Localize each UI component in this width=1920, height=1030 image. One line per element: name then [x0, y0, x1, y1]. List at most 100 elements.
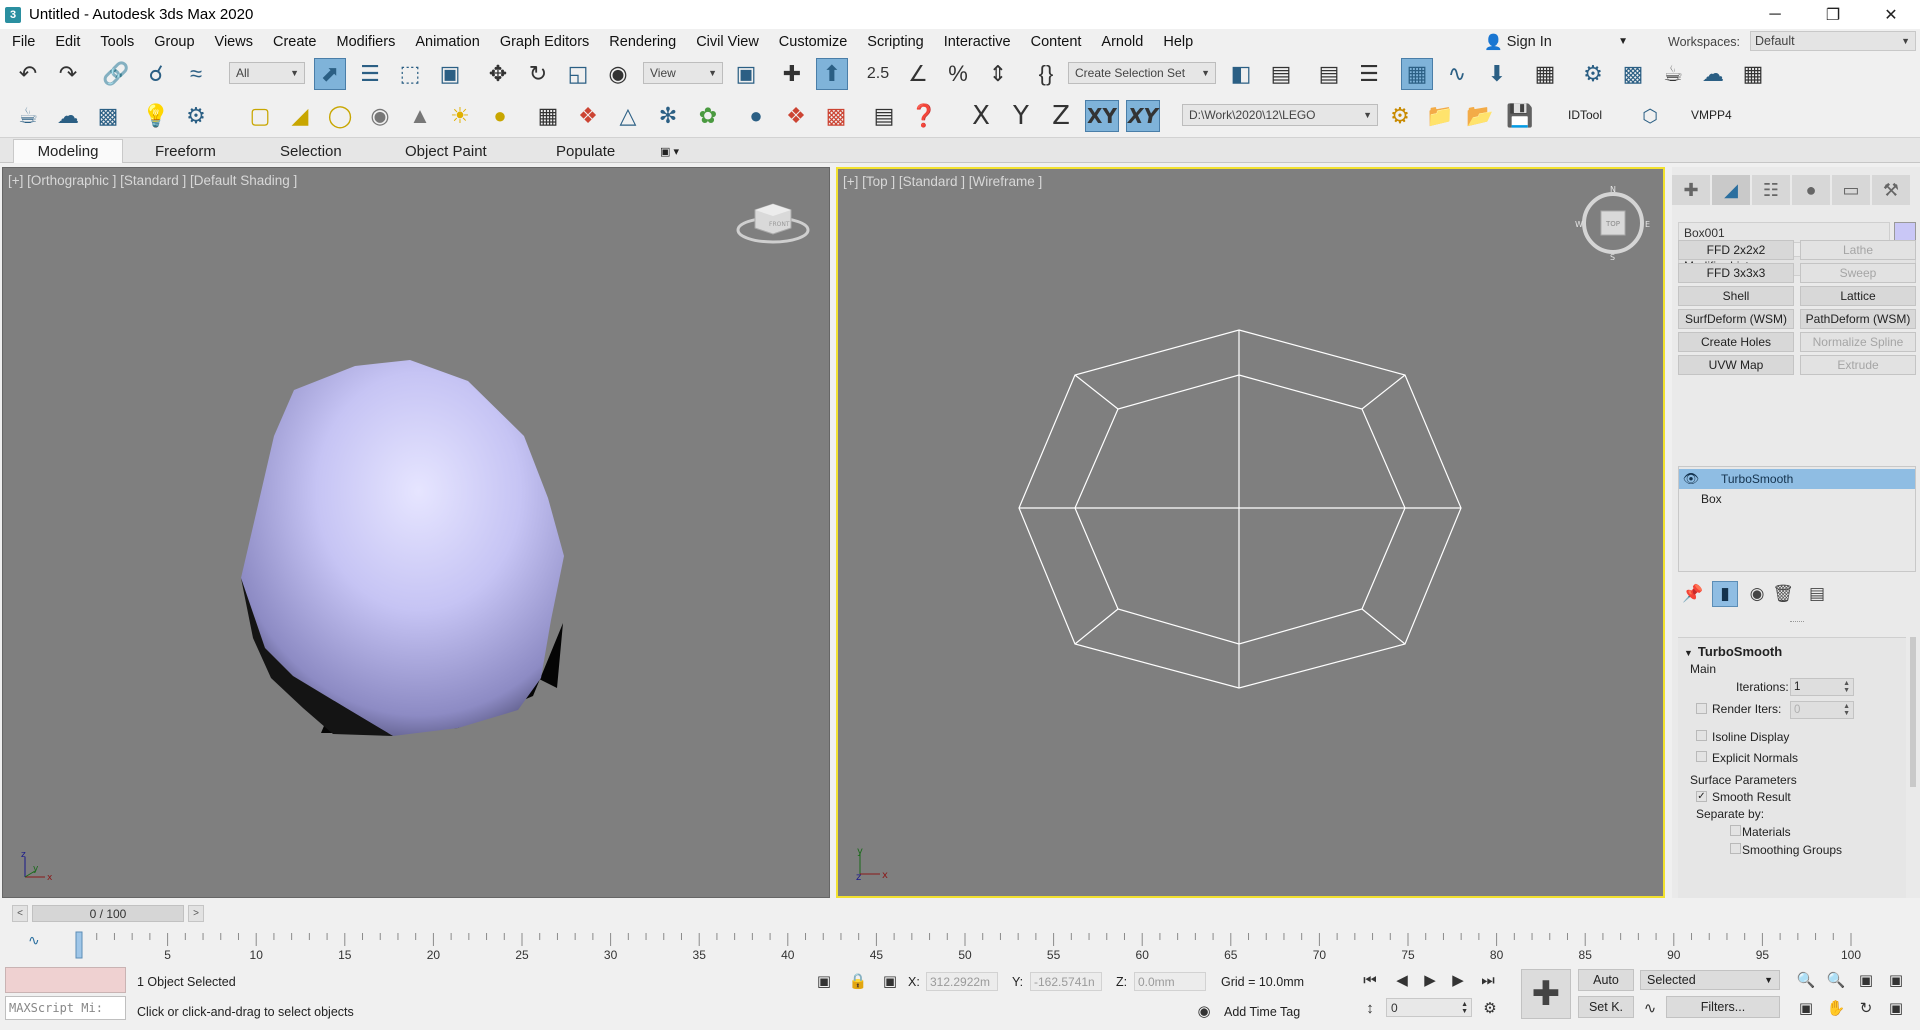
axis-xy-button[interactable]: XY	[1085, 100, 1119, 132]
menu-modifiers[interactable]: Modifiers	[327, 34, 406, 50]
menu-help[interactable]: Help	[1153, 34, 1203, 50]
schematic-view-icon[interactable]: ⬇	[1481, 58, 1513, 90]
tab-modeling[interactable]: Modeling	[13, 139, 123, 163]
smooth-result-checkbox[interactable]: ✓	[1696, 791, 1707, 802]
time-slider-prev-button[interactable]: <	[12, 905, 28, 922]
render-frame-icon[interactable]: ▩	[92, 100, 124, 132]
modifier-button-lattice[interactable]: Lattice	[1800, 286, 1916, 306]
maxscript-listener-output[interactable]	[5, 967, 126, 993]
align-icon[interactable]: ▤	[1265, 58, 1297, 90]
modifier-button-extrude[interactable]: Extrude	[1800, 355, 1916, 375]
previous-frame-icon[interactable]: ◀	[1392, 970, 1412, 990]
render-iters-checkbox[interactable]	[1696, 703, 1707, 714]
render-iters-spinner[interactable]: 0 ▲ ▼	[1790, 701, 1854, 719]
key-mode-icon[interactable]: ↕	[1360, 998, 1380, 1018]
angle-snap-icon[interactable]: ∠	[902, 58, 934, 90]
viewport-orthographic[interactable]: [+] [Orthographic ] [Standard ] [Default…	[2, 167, 830, 898]
viewcube-compass[interactable]: TOP N S W E	[1573, 183, 1653, 263]
maximize-viewport-icon[interactable]: ▣	[1886, 998, 1906, 1018]
motion-tab-icon[interactable]: ●	[1792, 175, 1830, 205]
toggle-ribbon-icon[interactable]: ▦	[1401, 58, 1433, 90]
a360-gallery-icon[interactable]: ▦	[1737, 58, 1769, 90]
rollout-header[interactable]: ▼ TurboSmooth	[1684, 644, 1782, 659]
play-icon[interactable]: ▶	[1420, 970, 1440, 990]
set-key-button[interactable]: Set K.	[1578, 996, 1634, 1018]
folder-icon[interactable]: 📁	[1424, 100, 1456, 132]
menu-file[interactable]: File	[0, 34, 45, 50]
key-filter-select[interactable]: Selected ▼	[1640, 970, 1780, 990]
link-icon[interactable]: 🔗	[100, 58, 132, 90]
modifier-button-sweep[interactable]: Sweep	[1800, 263, 1916, 283]
vmpp4-icon[interactable]: ⬡	[1634, 100, 1666, 132]
render-in-cloud-icon[interactable]: ☁	[1697, 58, 1729, 90]
stack-item-box[interactable]: Box	[1679, 489, 1915, 509]
zoom-extents-icon[interactable]: ▣	[1856, 970, 1876, 990]
time-slider-next-button[interactable]: >	[188, 905, 204, 922]
keyboard-shortcut-override-icon[interactable]: ⬆	[816, 58, 848, 90]
clipboard-icon[interactable]: ▤	[868, 100, 900, 132]
select-manipulate-icon[interactable]: ✚	[776, 58, 808, 90]
maxscript-mini-listener[interactable]: MAXScript Mi:	[5, 996, 126, 1020]
vmpp4-button[interactable]: VMPP4	[1691, 108, 1732, 122]
modifier-button-ffd-3x3x3[interactable]: FFD 3x3x3	[1678, 263, 1794, 283]
place-icon[interactable]: ◉	[602, 58, 634, 90]
track-bar[interactable]: ∿ 5 10 15 20 25 30 35 40 45 50 55 60 65 70 75 80 85 90 95 1…	[0, 926, 1920, 964]
materials-checkbox[interactable]	[1730, 825, 1741, 836]
modify-tab-icon[interactable]: ◢	[1712, 175, 1750, 205]
array-icon[interactable]: ▦	[532, 100, 564, 132]
y-coord-field[interactable]: -162.5741n	[1030, 972, 1102, 991]
pan-icon[interactable]: ✋	[1826, 998, 1846, 1018]
tab-selection[interactable]: Selection	[270, 139, 352, 163]
time-tag-icon[interactable]: ◉	[1194, 1001, 1214, 1021]
zoom-all-icon[interactable]: 🔍	[1826, 970, 1846, 990]
maximize-button[interactable]: ❐	[1804, 0, 1862, 29]
viewport-top[interactable]: [+] [Top ] [Standard ] [Wireframe ] TOP …	[836, 167, 1665, 898]
menu-scripting[interactable]: Scripting	[857, 34, 933, 50]
gear-group-icon[interactable]: ⚙	[180, 100, 212, 132]
smoothing-groups-checkbox[interactable]	[1730, 843, 1741, 854]
menu-civil-view[interactable]: Civil View	[686, 34, 769, 50]
zoom-icon[interactable]: 🔍	[1796, 970, 1816, 990]
axis-x-button[interactable]: X	[964, 100, 998, 132]
spinner-arrows-icon[interactable]: ▲ ▼	[1461, 1001, 1468, 1015]
trash-icon[interactable]: 🗑	[1770, 581, 1796, 607]
viewcube[interactable]: FRONT	[733, 196, 813, 248]
sun-icon[interactable]: ☀	[444, 100, 476, 132]
current-frame-marker[interactable]	[75, 931, 83, 959]
axis-z-button[interactable]: Z	[1044, 100, 1078, 132]
selection-filter-select[interactable]: All ▼	[229, 62, 305, 84]
menu-interactive[interactable]: Interactive	[934, 34, 1021, 50]
display-tab-icon[interactable]: ▭	[1832, 175, 1870, 205]
geosphere-icon[interactable]: ◉	[364, 100, 396, 132]
multi-material-icon[interactable]: ❖	[780, 100, 812, 132]
modifier-button-lathe[interactable]: Lathe	[1800, 240, 1916, 260]
z-coord-field[interactable]: 0.0mm	[1134, 972, 1206, 991]
auto-key-button[interactable]: Auto	[1578, 969, 1634, 991]
ribbon-options-icon[interactable]: ▣ ▾	[650, 139, 689, 163]
tetrahedron-icon[interactable]: △	[612, 100, 644, 132]
isolate-selection-icon[interactable]: ▣	[814, 971, 834, 991]
bind-space-warp-icon[interactable]: ≈	[180, 58, 212, 90]
torus-icon[interactable]: ◯	[324, 100, 356, 132]
eye-icon[interactable]: 👁	[1679, 471, 1703, 487]
utilities-tab-icon[interactable]: ⚒	[1872, 175, 1910, 205]
menu-rendering[interactable]: Rendering	[599, 34, 686, 50]
add-time-tag-button[interactable]: Add Time Tag	[1224, 1005, 1300, 1019]
menu-content[interactable]: Content	[1021, 34, 1092, 50]
close-button[interactable]: ✕	[1862, 0, 1920, 29]
tab-freeform[interactable]: Freeform	[145, 139, 226, 163]
box-primitive-icon[interactable]: ▢	[244, 100, 276, 132]
show-end-result-icon[interactable]: ▮	[1712, 581, 1738, 607]
window-crossing-icon[interactable]: ▣	[434, 58, 466, 90]
time-configuration-icon[interactable]: ⚙	[1480, 998, 1500, 1018]
reference-coordinate-select[interactable]: View ▼	[643, 62, 723, 84]
panel-scrollbar[interactable]	[1910, 637, 1916, 787]
axis-xy-cycle-button[interactable]: XY	[1126, 100, 1160, 132]
scale-icon[interactable]: ◱	[562, 58, 594, 90]
redo-icon[interactable]: ↷	[52, 58, 84, 90]
foliage-icon[interactable]: ✿	[692, 100, 724, 132]
idtool-button[interactable]: IDTool	[1568, 108, 1602, 122]
particles-icon[interactable]: ❖	[572, 100, 604, 132]
zoom-region-icon[interactable]: ▣	[1796, 998, 1816, 1018]
modifier-button-normalize-spline[interactable]: Normalize Spline	[1800, 332, 1916, 352]
